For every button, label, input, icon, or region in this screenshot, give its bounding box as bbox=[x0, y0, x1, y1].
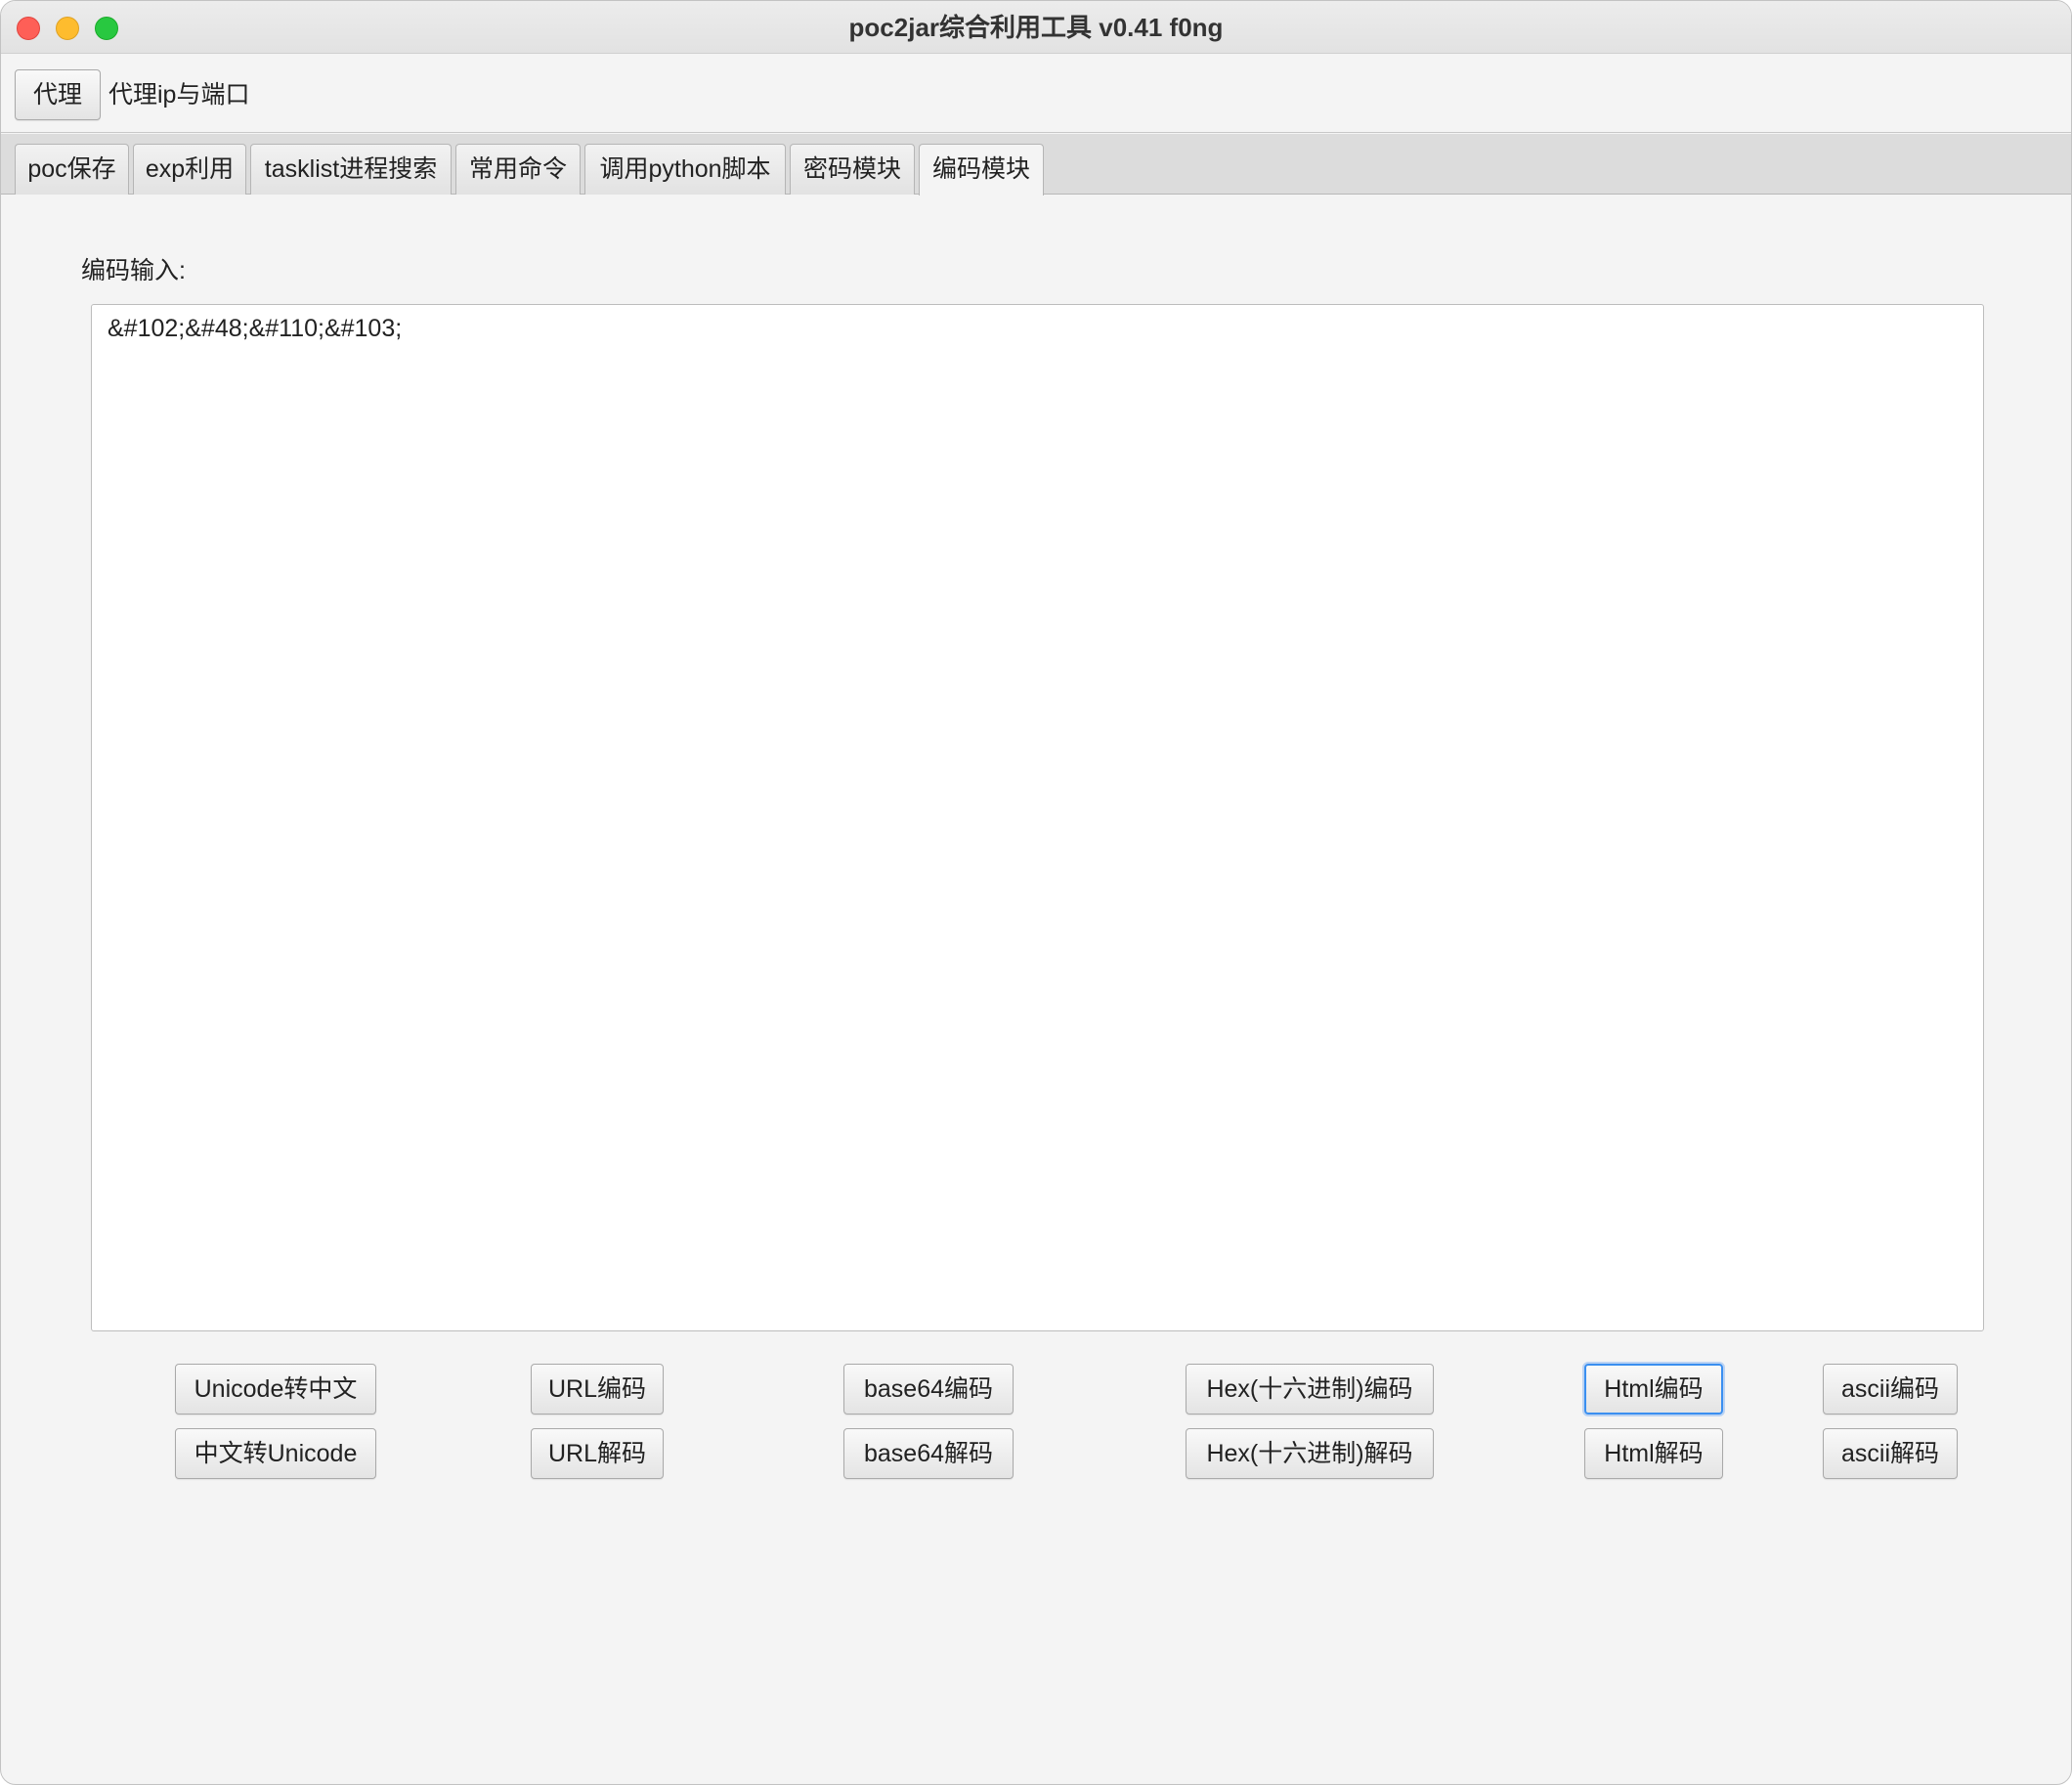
chinese-to-unicode-button[interactable]: 中文转Unicode bbox=[175, 1428, 376, 1479]
tab-password[interactable]: 密码模块 bbox=[790, 144, 915, 195]
tab-python-script[interactable]: 调用python脚本 bbox=[584, 144, 786, 195]
html-decode-button[interactable]: Html解码 bbox=[1584, 1428, 1723, 1479]
ascii-decode-button[interactable]: ascii解码 bbox=[1823, 1428, 1958, 1479]
html-encode-button[interactable]: Html编码 bbox=[1584, 1364, 1723, 1415]
unicode-to-chinese-button[interactable]: Unicode转中文 bbox=[175, 1364, 376, 1415]
proxy-toolbar: 代理 代理ip与端口 bbox=[1, 54, 2071, 133]
hex-encode-button[interactable]: Hex(十六进制)编码 bbox=[1186, 1364, 1434, 1415]
tab-tasklist[interactable]: tasklist进程搜索 bbox=[250, 144, 452, 195]
tab-bar: poc保存 exp利用 tasklist进程搜索 常用命令 调用python脚本… bbox=[1, 134, 2071, 196]
url-decode-button[interactable]: URL解码 bbox=[531, 1428, 664, 1479]
url-encode-button[interactable]: URL编码 bbox=[531, 1364, 664, 1415]
window-title: poc2jar综合利用工具 v0.41 f0ng bbox=[848, 13, 1224, 42]
proxy-button[interactable]: 代理 bbox=[15, 69, 101, 120]
tab-exp[interactable]: exp利用 bbox=[133, 144, 246, 195]
encode-input-label: 编码输入: bbox=[81, 257, 186, 284]
tab-encoding[interactable]: 编码模块 bbox=[919, 144, 1044, 196]
app-window: poc2jar综合利用工具 v0.41 f0ng 代理 代理ip与端口 poc保… bbox=[0, 0, 2072, 1785]
tab-poc-save[interactable]: poc保存 bbox=[15, 144, 129, 195]
base64-decode-button[interactable]: base64解码 bbox=[843, 1428, 1014, 1479]
proxy-label: 代理ip与端口 bbox=[108, 81, 250, 109]
ascii-encode-button[interactable]: ascii编码 bbox=[1823, 1364, 1958, 1415]
hex-decode-button[interactable]: Hex(十六进制)解码 bbox=[1186, 1428, 1434, 1479]
encode-input-field[interactable]: &#102;&#48;&#110;&#103; bbox=[91, 304, 1984, 1331]
tab-common-commands[interactable]: 常用命令 bbox=[455, 144, 581, 195]
title-bar: poc2jar综合利用工具 v0.41 f0ng bbox=[1, 1, 2071, 54]
base64-encode-button[interactable]: base64编码 bbox=[843, 1364, 1014, 1415]
